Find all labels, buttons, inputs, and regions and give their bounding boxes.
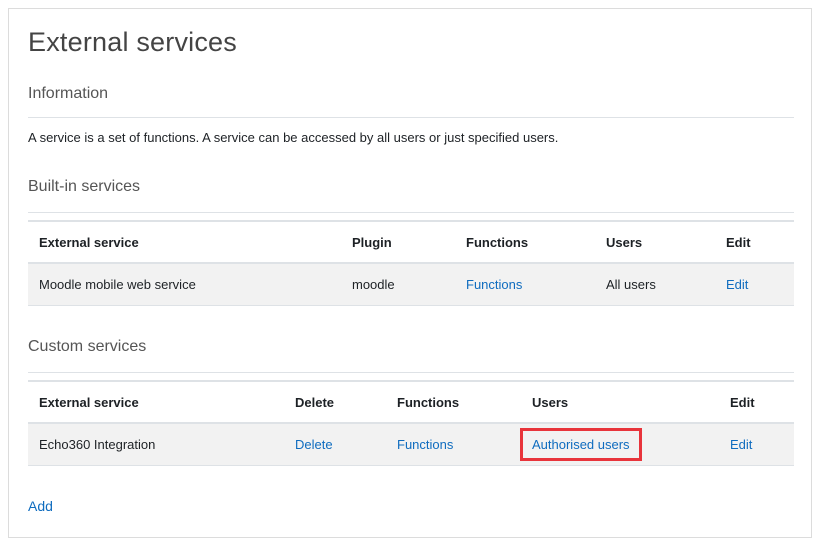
service-name: Moodle mobile web service — [39, 276, 196, 292]
add-service-link[interactable]: Add — [28, 498, 53, 514]
column-header-plugin: Plugin — [352, 234, 392, 250]
column-header-edit: Edit — [726, 234, 751, 250]
builtin-services-table: External service Plugin Functions Users … — [28, 220, 794, 306]
table-row: Moodle mobile web service moodle Functio… — [28, 263, 794, 305]
plugin-name: moodle — [352, 276, 395, 292]
divider — [28, 117, 794, 118]
service-name: Echo360 Integration — [39, 436, 156, 452]
users-value: All users — [606, 276, 656, 292]
column-header-external-service: External service — [39, 394, 139, 410]
functions-link[interactable]: Functions — [466, 277, 522, 292]
column-header-users: Users — [532, 394, 569, 410]
information-heading: Information — [28, 85, 109, 102]
information-text: A service is a set of functions. A servi… — [28, 130, 559, 145]
column-header-delete: Delete — [295, 394, 335, 410]
table-header-row: External service Delete Functions Users … — [28, 381, 794, 423]
table-row: Echo360 Integration Delete Functions Aut… — [28, 423, 794, 465]
highlight-box: Authorised users — [520, 427, 642, 461]
functions-link[interactable]: Functions — [397, 437, 453, 452]
column-header-functions: Functions — [397, 394, 460, 410]
column-header-users: Users — [606, 234, 643, 250]
edit-link[interactable]: Edit — [730, 437, 752, 452]
column-header-edit: Edit — [730, 394, 755, 410]
edit-link[interactable]: Edit — [726, 277, 748, 292]
page-title: External services — [28, 27, 237, 57]
table-header-row: External service Plugin Functions Users … — [28, 221, 794, 263]
column-header-external-service: External service — [39, 234, 139, 250]
divider — [28, 212, 794, 213]
custom-services-heading: Custom services — [28, 338, 147, 355]
delete-link[interactable]: Delete — [295, 437, 333, 452]
column-header-functions: Functions — [466, 234, 529, 250]
main-card: External services Information A service … — [8, 8, 812, 538]
divider — [28, 372, 794, 373]
authorised-users-link[interactable]: Authorised users — [532, 437, 630, 452]
builtin-services-heading: Built-in services — [28, 178, 141, 195]
custom-services-table: External service Delete Functions Users … — [28, 380, 794, 466]
